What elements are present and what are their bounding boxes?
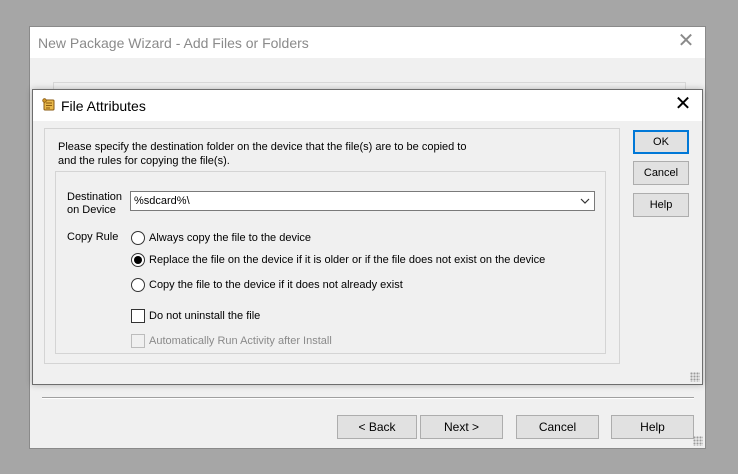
- radio-always-copy-label[interactable]: Always copy the file to the device: [149, 232, 311, 244]
- radio-copy-if-not-exist-label[interactable]: Copy the file to the device if it does n…: [149, 279, 403, 291]
- wizard-resize-grip[interactable]: [693, 436, 703, 446]
- radio-always-copy[interactable]: [131, 231, 145, 245]
- scroll-icon: [42, 98, 55, 111]
- wizard-close-icon[interactable]: ✕: [677, 31, 695, 51]
- next-button[interactable]: Next >: [420, 415, 503, 439]
- dialog-titlebar: File Attributes ✕: [33, 90, 702, 121]
- do-not-uninstall-checkbox[interactable]: [131, 309, 145, 323]
- destination-combobox[interactable]: %sdcard%\: [130, 191, 595, 211]
- destination-label: Destination on Device: [67, 191, 123, 216]
- wizard-cancel-button[interactable]: Cancel: [516, 415, 599, 439]
- dialog-help-button[interactable]: Help: [633, 193, 689, 217]
- wizard-separator: [42, 397, 694, 399]
- wizard-content-panel: [53, 82, 686, 89]
- radio-replace-if-older[interactable]: [131, 253, 145, 267]
- dialog-cancel-button[interactable]: Cancel: [633, 161, 689, 185]
- file-attributes-dialog: File Attributes ✕ Please specify the des…: [32, 89, 703, 385]
- wizard-help-button[interactable]: Help: [611, 415, 694, 439]
- radio-copy-if-not-exist[interactable]: [131, 278, 145, 292]
- instructions-text: Please specify the destination folder on…: [58, 141, 467, 167]
- wizard-titlebar: New Package Wizard - Add Files or Folder…: [30, 27, 705, 58]
- wizard-title: New Package Wizard - Add Files or Folder…: [38, 35, 309, 51]
- auto-run-label: Automatically Run Activity after Install: [149, 335, 332, 347]
- do-not-uninstall-label[interactable]: Do not uninstall the file: [149, 310, 260, 322]
- auto-run-checkbox: [131, 334, 145, 348]
- back-button[interactable]: < Back: [337, 415, 417, 439]
- destination-value: %sdcard%\: [134, 195, 190, 207]
- dialog-resize-grip[interactable]: [690, 372, 700, 382]
- dialog-title: File Attributes: [61, 98, 146, 114]
- copy-rule-label: Copy Rule: [67, 231, 119, 243]
- dialog-close-icon[interactable]: ✕: [674, 94, 692, 114]
- ok-button[interactable]: OK: [633, 130, 689, 154]
- chevron-down-icon[interactable]: [578, 194, 592, 208]
- radio-replace-if-older-label[interactable]: Replace the file on the device if it is …: [149, 254, 545, 266]
